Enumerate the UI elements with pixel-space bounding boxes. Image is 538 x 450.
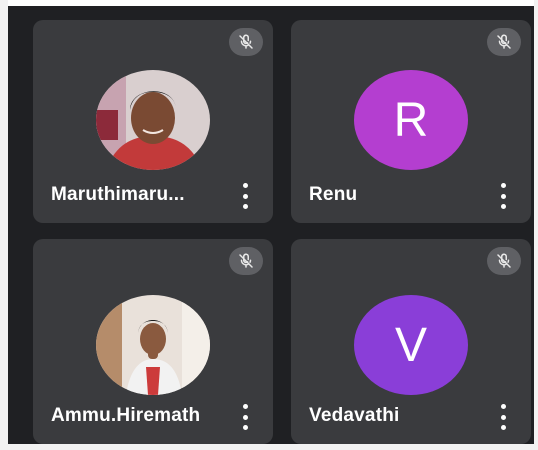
avatar-letter: R	[393, 93, 429, 147]
participant-tile[interactable]: Maruthimaru...	[33, 20, 273, 223]
mic-off-icon	[487, 247, 521, 275]
avatar-photo	[96, 295, 210, 395]
more-vertical-icon[interactable]	[239, 404, 251, 430]
avatar-photo	[96, 70, 210, 170]
frame-bottom-edge	[0, 444, 538, 450]
more-vertical-icon[interactable]	[497, 404, 509, 430]
mic-off-icon	[487, 28, 521, 56]
participant-tile[interactable]: R Renu	[291, 20, 531, 223]
avatar-letter: V	[394, 318, 427, 372]
participant-tile[interactable]: Ammu.Hiremath	[33, 239, 273, 444]
frame-left-edge	[0, 0, 8, 450]
person-photo-icon	[96, 70, 210, 170]
avatar-initial: V	[354, 295, 468, 395]
participant-name: Maruthimaru...	[51, 184, 185, 205]
mic-off-icon	[229, 247, 263, 275]
frame-right-edge	[534, 0, 538, 450]
participant-name: Renu	[309, 184, 358, 205]
participant-tile[interactable]: V Vedavathi	[291, 239, 531, 444]
more-vertical-icon[interactable]	[239, 183, 251, 209]
person-photo-icon	[96, 295, 210, 395]
mic-off-icon	[229, 28, 263, 56]
participant-name: Vedavathi	[309, 405, 400, 426]
avatar-initial: R	[354, 70, 468, 170]
participant-name: Ammu.Hiremath	[51, 405, 201, 426]
more-vertical-icon[interactable]	[497, 183, 509, 209]
